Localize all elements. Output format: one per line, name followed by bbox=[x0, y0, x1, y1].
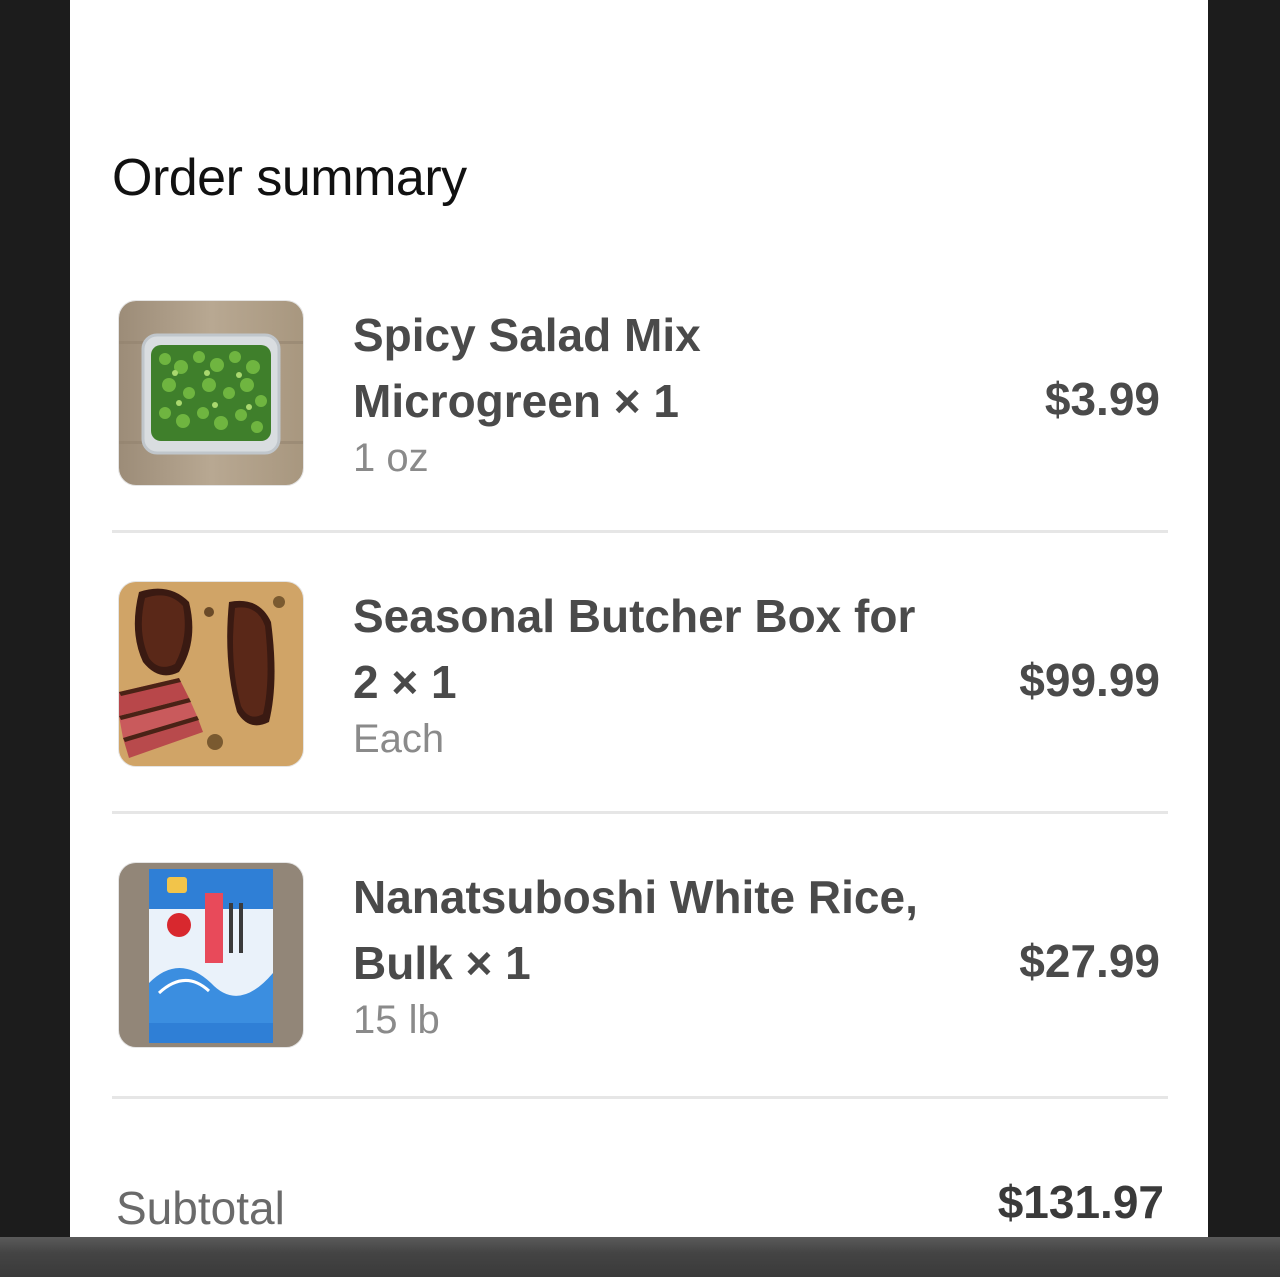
device-frame-right bbox=[1208, 0, 1280, 1237]
order-item[interactable]: Seasonal Butcher Box for 2 × 1 Each $99.… bbox=[112, 581, 1168, 861]
subtotal-value: $131.97 bbox=[997, 1176, 1164, 1228]
item-name-line2: Bulk × 1 bbox=[353, 937, 531, 989]
item-name-line2: 2 × 1 bbox=[353, 656, 457, 708]
divider bbox=[112, 811, 1168, 814]
microgreens-container-image bbox=[118, 300, 304, 486]
item-name: Nanatsuboshi White Rice, Bulk × 1 bbox=[353, 864, 973, 996]
device-frame-bottom bbox=[0, 1237, 1280, 1277]
rice-bag-image bbox=[118, 862, 304, 1048]
item-price: $99.99 bbox=[1019, 654, 1160, 706]
subtotal-label: Subtotal bbox=[116, 1182, 285, 1234]
order-item[interactable]: Nanatsuboshi White Rice, Bulk × 1 15 lb … bbox=[112, 862, 1168, 1142]
item-price: $3.99 bbox=[1044, 373, 1160, 425]
device-frame-left bbox=[0, 0, 70, 1237]
item-name: Seasonal Butcher Box for 2 × 1 bbox=[353, 583, 973, 715]
item-unit: 1 oz bbox=[353, 436, 429, 480]
item-unit: 15 lb bbox=[353, 998, 440, 1042]
divider bbox=[112, 530, 1168, 533]
item-unit: Each bbox=[353, 717, 445, 761]
item-price: $27.99 bbox=[1019, 935, 1160, 987]
divider bbox=[112, 1096, 1168, 1099]
steak-cuts-image bbox=[118, 581, 304, 767]
order-item[interactable]: Spicy Salad Mix Microgreen × 1 1 oz $3.9… bbox=[112, 300, 1168, 580]
order-summary-sheet: Order summary Spicy Salad Mix Microgreen… bbox=[70, 0, 1208, 1237]
page-title: Order summary bbox=[112, 149, 467, 207]
item-name-line1: Spicy Salad Mix bbox=[353, 309, 701, 361]
item-name: Spicy Salad Mix Microgreen × 1 bbox=[353, 302, 973, 434]
item-name-line2: Microgreen × 1 bbox=[353, 375, 679, 427]
item-name-line1: Seasonal Butcher Box for bbox=[353, 590, 916, 642]
item-name-line1: Nanatsuboshi White Rice, bbox=[353, 871, 918, 923]
